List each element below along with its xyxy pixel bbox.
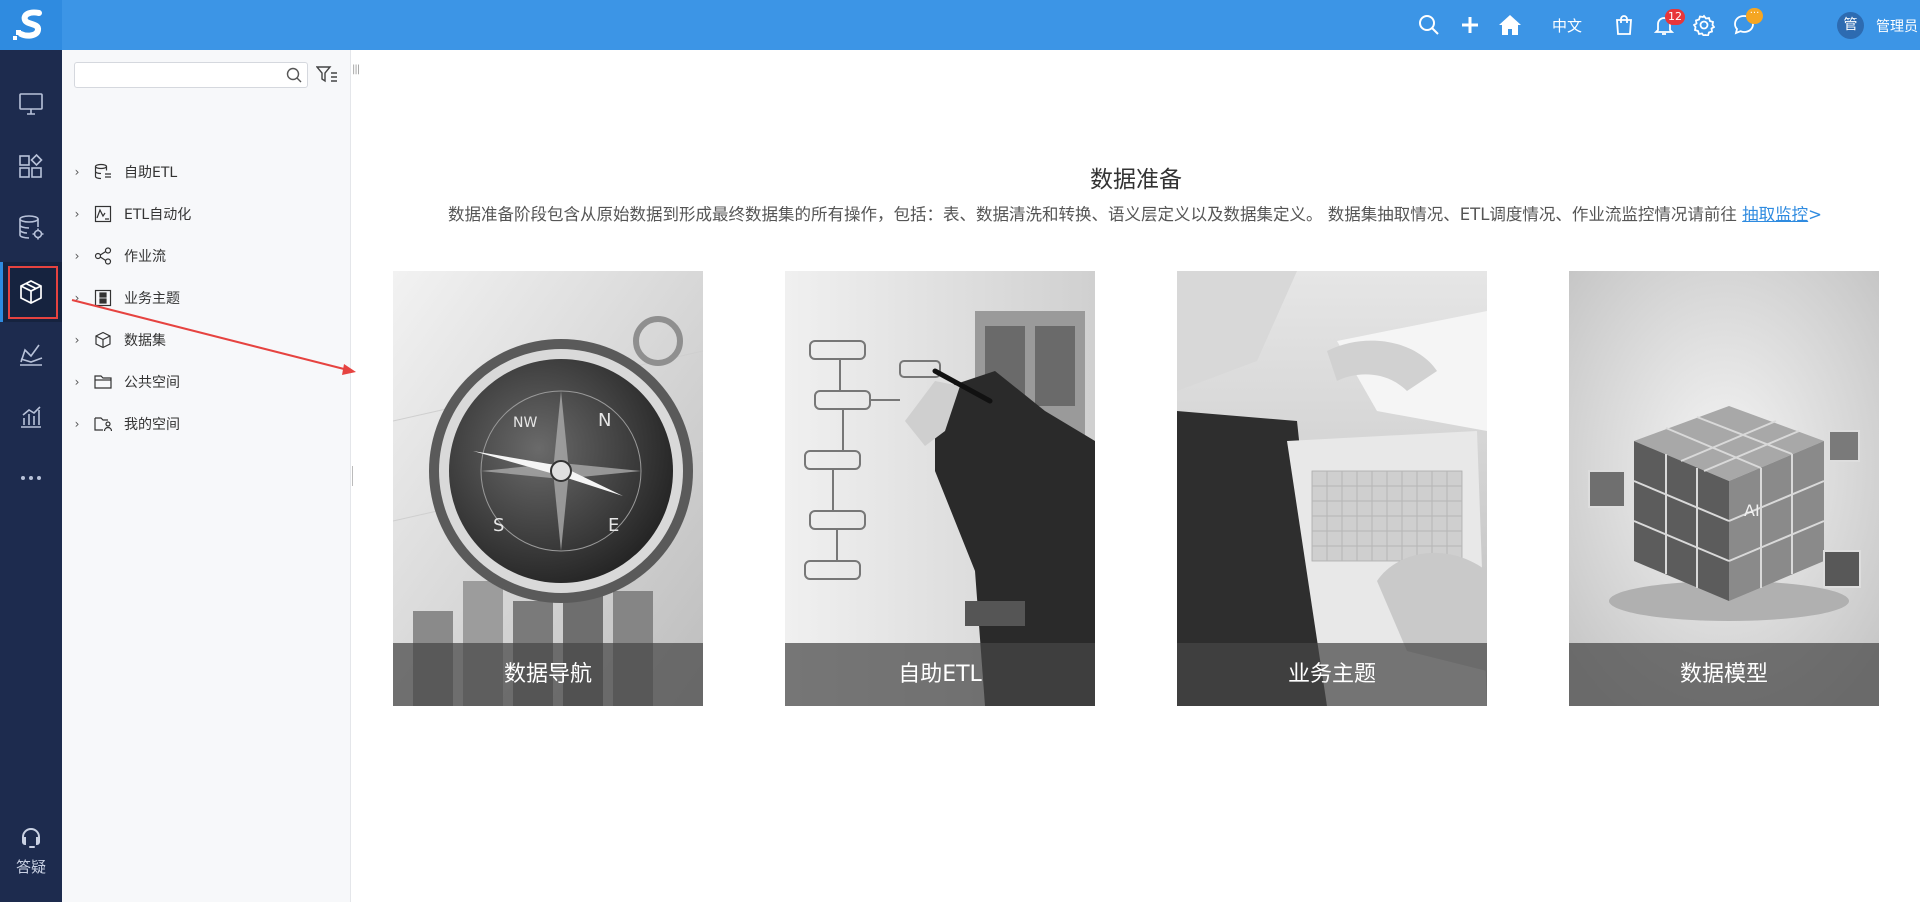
rail-item-report[interactable] [0, 386, 62, 446]
avatar[interactable]: 管 [1837, 12, 1864, 39]
plus-icon [1462, 17, 1478, 33]
home-icon [1499, 15, 1521, 35]
resource-tree-panel: › 自助ETL › ETL自动化 › 作业流 › 业务主题 › 数据集 › 公共… [62, 50, 351, 902]
card-self-etl[interactable]: 自助ETL [785, 271, 1095, 706]
card-business-theme[interactable]: 业务主题 [1177, 271, 1487, 706]
tree-item-label: 数据集 [124, 333, 166, 349]
extraction-monitor-link[interactable]: 抽取监控 [1742, 205, 1808, 224]
tree-item-public-space[interactable]: › 公共空间 [70, 367, 340, 397]
chevron-right-icon[interactable]: › [70, 249, 84, 263]
left-nav-rail: 答疑 [0, 0, 62, 902]
more-horizontal-icon [21, 476, 41, 480]
chevron-right-icon[interactable]: › [70, 375, 84, 389]
card-data-model[interactable]: AI 数据模型 [1569, 271, 1879, 706]
user-name[interactable]: 管理员 [1876, 16, 1918, 36]
etl-automation-icon [94, 205, 112, 223]
card-label[interactable]: 自助ETL [785, 643, 1095, 706]
language-switch[interactable]: 中文 [1552, 15, 1582, 36]
panel-collapse-handle[interactable]: ||| [352, 64, 362, 76]
home-button[interactable] [1497, 13, 1523, 37]
tree-item-business-theme[interactable]: › 业务主题 [70, 283, 340, 313]
tree-item-label: 业务主题 [124, 291, 180, 307]
rail-item-screen[interactable] [0, 74, 62, 134]
monitor-icon [19, 93, 43, 115]
highlight-box [8, 266, 58, 319]
cube-puzzle-image: AI [1569, 271, 1879, 706]
widgets-icon [19, 153, 43, 178]
help-label: 答疑 [15, 858, 46, 876]
rail-item-more[interactable] [0, 448, 62, 508]
user-folder-icon [94, 417, 112, 432]
etl-database-icon [94, 163, 111, 180]
card-data-navigation[interactable]: NW N S E 数据导航 [393, 271, 703, 706]
rail-item-analysis[interactable] [0, 324, 62, 384]
settings-button[interactable] [1692, 13, 1716, 37]
tree-item-workflow[interactable]: › 作业流 [70, 241, 340, 271]
rail-item-apps[interactable] [0, 136, 62, 196]
bar-chart-icon [21, 406, 41, 428]
svg-text:NW: NW [513, 415, 537, 431]
page-title: 数据准备 [1090, 167, 1182, 193]
message-badge: ··· [1746, 8, 1763, 24]
tree-item-label: 作业流 [124, 249, 166, 265]
tree-item-label: ETL自动化 [124, 207, 192, 223]
chevron-right-icon[interactable]: › [70, 165, 84, 179]
search-button[interactable] [1417, 13, 1441, 37]
card-label[interactable]: 数据导航 [393, 643, 703, 706]
logo[interactable] [0, 0, 62, 50]
rail-item-data-connection[interactable] [0, 198, 62, 258]
top-bar: 中文 12 ··· 管 管理员 [62, 0, 1920, 50]
tree-item-etl-automation[interactable]: › ETL自动化 [70, 199, 340, 229]
tree-search-input[interactable] [74, 62, 308, 88]
notification-button[interactable]: 12 [1652, 9, 1685, 37]
chevron-right-icon[interactable]: › [70, 417, 84, 431]
chevron-right-icon[interactable]: › [70, 291, 84, 305]
tree-item-self-etl[interactable]: › 自助ETL [70, 157, 340, 187]
help-button[interactable]: 答疑 [0, 826, 62, 886]
notification-badge: 12 [1665, 9, 1685, 25]
smartbi-logo-icon [13, 9, 42, 40]
add-button[interactable] [1458, 13, 1482, 37]
description-text: 数据准备阶段包含从原始数据到形成最终数据集的所有操作，包括：表、数据清洗和转换、… [447, 205, 1743, 224]
filter-icon[interactable] [316, 65, 338, 85]
tasks-button[interactable] [1612, 13, 1636, 37]
svg-text:S: S [493, 515, 504, 536]
laptop-image [1177, 271, 1487, 706]
card-label[interactable]: 业务主题 [1177, 643, 1487, 706]
whiteboard-image [785, 271, 1095, 706]
panel-splitter[interactable] [352, 466, 355, 486]
business-theme-icon [94, 289, 112, 307]
chevron-right-icon[interactable]: › [70, 333, 84, 347]
tree-item-label: 我的空间 [124, 417, 180, 433]
search-icon [1419, 15, 1439, 35]
svg-text:AI: AI [1744, 501, 1760, 520]
search-icon[interactable] [286, 67, 302, 83]
tree-item-label: 公共空间 [124, 375, 180, 391]
tree-item-my-space[interactable]: › 我的空间 [70, 409, 340, 439]
layers-chart-icon [20, 344, 43, 366]
messages-button[interactable]: ··· [1732, 8, 1763, 37]
headset-icon [22, 828, 40, 848]
tree-item-label: 自助ETL [124, 165, 178, 181]
tree-item-dataset[interactable]: › 数据集 [70, 325, 340, 355]
cube-icon [95, 331, 111, 349]
database-gear-icon [19, 215, 44, 240]
page-description: 数据准备阶段包含从原始数据到形成最终数据集的所有操作，包括：表、数据清洗和转换、… [420, 205, 1850, 225]
link-arrow[interactable]: > [1808, 205, 1822, 224]
svg-text:E: E [608, 515, 619, 536]
compass-image: NW N S E [393, 271, 703, 706]
folder-icon [94, 375, 112, 389]
chevron-right-icon[interactable]: › [70, 207, 84, 221]
shopping-bag-icon [1616, 15, 1632, 35]
card-label[interactable]: 数据模型 [1569, 643, 1879, 706]
gear-icon [1693, 14, 1715, 36]
svg-text:N: N [598, 410, 611, 431]
workflow-icon [94, 247, 112, 265]
